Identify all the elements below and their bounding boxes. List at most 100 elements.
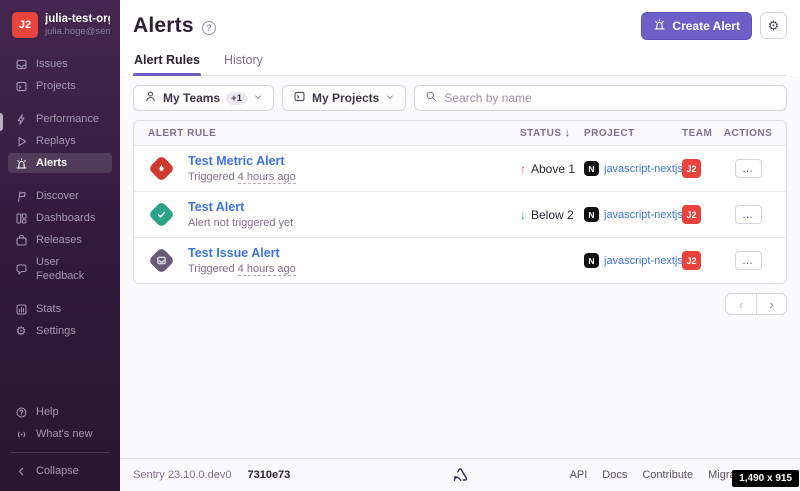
divider [10,452,110,453]
alerts-settings-button[interactable]: ⚙ [760,12,787,39]
org-email: julia.hoge@sentry.io [45,26,110,37]
sidebar-item-discover[interactable]: Discover [8,186,112,206]
search-icon [425,89,437,107]
alert-rule-link[interactable]: Test Metric Alert [188,154,296,169]
siren-icon [14,156,28,170]
page-header: Alerts ? Create Alert ⚙ Alert Rules Hist… [120,0,800,76]
team-badge[interactable]: J2 [682,205,701,224]
project-cell: N javascript-nextjs [584,161,682,176]
search-input[interactable] [444,91,776,105]
sidebar-item-settings[interactable]: ⚙ Settings [8,321,112,341]
project-icon [293,90,306,106]
table-row: Test Metric Alert Triggered4 hours ago ↑… [134,146,786,192]
sidebar-item-performance[interactable]: Performance [8,109,112,129]
chevron-down-icon [385,91,395,105]
row-actions-button[interactable]: … [735,205,762,224]
footer-link-docs[interactable]: Docs [602,469,627,481]
alert-rule-subtitle: Triggered4 hours ago [188,263,296,275]
critical-alert-icon [148,155,175,182]
chevron-left-icon [14,464,28,478]
bar-chart-icon [14,302,28,316]
column-header-alert-rule: Alert Rule [148,128,520,139]
alert-rule-subtitle: Alert not triggered yet [188,217,293,229]
speech-bubble-icon [14,262,28,276]
sidebar-item-stats[interactable]: Stats [8,299,112,319]
lightning-icon [14,112,28,126]
archive-icon [14,233,28,247]
column-header-actions: Actions [724,128,772,139]
nextjs-platform-icon: N [584,207,599,222]
footer: Sentry 23.10.0.dev0 7310e73 API Docs Con… [120,458,800,491]
table-row: Test Alert Alert not triggered yet ↓ Bel… [134,192,786,238]
org-avatar[interactable]: J2 [12,12,38,38]
gear-icon: ⚙ [768,18,780,34]
project-link[interactable]: javascript-nextjs [604,209,682,221]
build-hash[interactable]: 7310e73 [247,469,290,481]
row-actions-button[interactable]: … [735,251,762,270]
chevron-down-icon [253,91,263,105]
org-name: julia-test-org-2 … [45,13,110,25]
sidebar-item-dashboards[interactable]: Dashboards [8,208,112,228]
active-nav-indicator [0,113,3,131]
sidebar-item-whats-new[interactable]: What's new [8,424,112,444]
tab-history[interactable]: History [223,53,264,75]
nextjs-platform-icon: N [584,253,599,268]
broadcast-icon [14,427,28,441]
window-size-badge: 1,490 x 915 [732,470,799,487]
sidebar-item-releases[interactable]: Releases [8,230,112,250]
project-link[interactable]: javascript-nextjs [604,255,682,267]
content-body: My Teams +1 My Projects Alert Rule Statu… [120,76,800,458]
row-actions-button[interactable]: … [735,159,762,178]
tab-alert-rules[interactable]: Alert Rules [133,53,201,75]
org-switcher[interactable]: J2 julia-test-org-2 … julia.hoge@sentry.… [0,0,120,48]
column-header-project: Project [584,128,682,139]
page-title: Alerts [133,14,194,38]
alert-rules-table: Alert Rule Status↓ Project Team Actions … [133,120,787,284]
column-header-status[interactable]: Status↓ [520,127,584,139]
nextjs-platform-icon: N [584,161,599,176]
alert-rule-link[interactable]: Test Alert [188,200,293,215]
footer-link-api[interactable]: API [570,469,588,481]
help-circle-icon [14,405,28,419]
sort-down-icon: ↓ [565,127,571,139]
issues-icon [14,57,28,71]
search-box [414,85,787,111]
my-teams-filter[interactable]: My Teams +1 [133,85,274,111]
footer-link-contribute[interactable]: Contribute [642,469,693,481]
sidebar-collapse-button[interactable]: Collapse [8,461,112,481]
arrow-down-icon: ↓ [520,208,526,222]
my-projects-filter[interactable]: My Projects [282,85,406,111]
project-link[interactable]: javascript-nextjs [604,163,682,175]
sidebar-item-help[interactable]: Help [8,402,112,422]
team-badge[interactable]: J2 [682,251,701,270]
issue-alert-icon [148,247,175,274]
sentry-logo-icon [452,468,469,483]
teams-count-badge: +1 [226,92,247,105]
create-alert-button[interactable]: Create Alert [641,12,752,40]
main-content: Alerts ? Create Alert ⚙ Alert Rules Hist… [120,0,800,491]
sidebar-item-projects[interactable]: Projects [8,76,112,96]
triggered-time-link[interactable]: 4 hours ago [238,171,296,184]
project-cell: N javascript-nextjs [584,253,682,268]
sidebar-item-issues[interactable]: Issues [8,54,112,74]
column-header-team: Team [682,128,724,139]
table-header-row: Alert Rule Status↓ Project Team Actions [134,121,786,146]
status-cell: ↓ Below 2 [520,208,584,222]
tab-bar: Alert Rules History [133,53,787,76]
resolved-alert-icon [148,201,175,228]
table-row: Test Issue Alert Triggered4 hours ago N … [134,238,786,283]
play-icon [14,134,28,148]
previous-page-button[interactable]: ‹ [725,293,756,315]
sidebar-item-replays[interactable]: Replays [8,131,112,151]
pagination: ‹ › [133,293,787,315]
sidebar-item-alerts[interactable]: Alerts [8,153,112,173]
alert-rule-link[interactable]: Test Issue Alert [188,246,296,261]
flag-icon [14,189,28,203]
sidebar-item-user-feedback[interactable]: User Feedback [8,252,112,286]
next-page-button[interactable]: › [756,293,787,315]
version-label: Sentry 23.10.0.dev0 [133,469,231,481]
team-badge[interactable]: J2 [682,159,701,178]
triggered-time-link[interactable]: 4 hours ago [238,263,296,276]
sidebar: J2 julia-test-org-2 … julia.hoge@sentry.… [0,0,120,491]
help-tooltip-icon[interactable]: ? [202,21,216,35]
